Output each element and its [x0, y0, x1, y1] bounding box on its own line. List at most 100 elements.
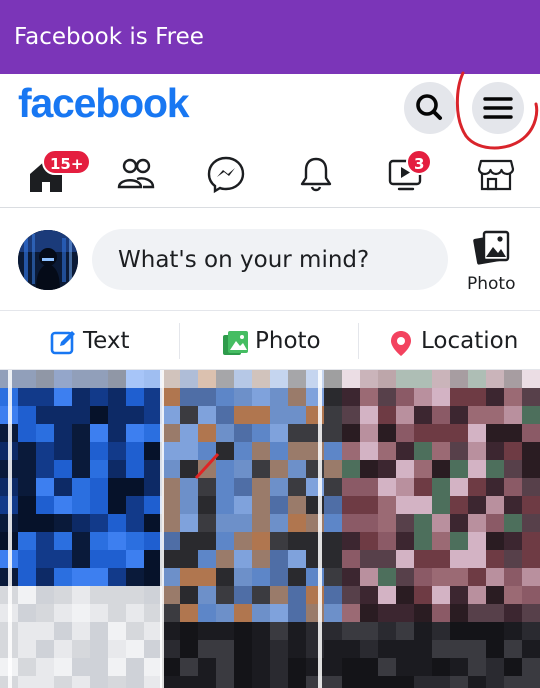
mosaic-tile: [18, 622, 36, 640]
avatar[interactable]: [18, 230, 78, 290]
mosaic-tile: [216, 496, 234, 514]
mosaic-tile: [144, 496, 162, 514]
mosaic-tile: [414, 586, 432, 604]
nav-messenger[interactable]: [180, 140, 270, 206]
mosaic-tile: [90, 622, 108, 640]
mosaic-tile: [468, 442, 486, 460]
post-composer: What's on your mind? Photo: [0, 209, 540, 311]
mosaic-tile: [54, 550, 72, 568]
mosaic-tile: [522, 514, 540, 532]
mosaic-tile: [216, 460, 234, 478]
friends-icon: [117, 158, 155, 189]
status-input[interactable]: What's on your mind?: [92, 229, 448, 290]
mosaic-tile: [162, 514, 180, 532]
nav-notifications[interactable]: [270, 140, 360, 206]
mosaic-tile: [324, 532, 342, 550]
mosaic-tile: [72, 532, 90, 550]
mosaic-tile: [144, 406, 162, 424]
mosaic-tile: [504, 442, 522, 460]
mosaic-tile: [414, 424, 432, 442]
location-post-label: Location: [421, 328, 519, 354]
action-divider: [179, 323, 180, 359]
search-button[interactable]: [404, 82, 456, 134]
mosaic-tile: [144, 532, 162, 550]
mosaic-tile: [486, 568, 504, 586]
mosaic-tile: [198, 658, 216, 676]
mosaic-tile: [396, 514, 414, 532]
mosaic-tile: [72, 406, 90, 424]
mosaic-tile: [324, 496, 342, 514]
mosaic-tile: [324, 550, 342, 568]
mosaic-tile: [180, 460, 198, 478]
mosaic-tile: [360, 406, 378, 424]
mosaic-tile: [396, 406, 414, 424]
mosaic-tile: [522, 550, 540, 568]
mosaic-tile: [36, 460, 54, 478]
mosaic-tile: [126, 658, 144, 676]
mosaic-tile: [216, 586, 234, 604]
location-post-button[interactable]: Location: [388, 312, 528, 370]
mosaic-tile: [468, 424, 486, 442]
mosaic-tile: [414, 604, 432, 622]
menu-button[interactable]: [472, 82, 524, 134]
mosaic-tile: [468, 658, 486, 676]
text-post-button[interactable]: Text: [48, 312, 168, 370]
mosaic-tile: [396, 496, 414, 514]
mosaic-tile: [342, 676, 360, 688]
nav-home[interactable]: 15+: [0, 140, 92, 206]
mosaic-tile: [252, 604, 270, 622]
mosaic-tile: [414, 514, 432, 532]
mosaic-tile: [396, 604, 414, 622]
mosaic-tile: [72, 604, 90, 622]
mosaic-tile: [36, 478, 54, 496]
mosaic-tile: [468, 514, 486, 532]
mosaic-tile: [180, 406, 198, 424]
mosaic-tile: [414, 640, 432, 658]
mosaic-tile: [522, 640, 540, 658]
mosaic-tile: [36, 658, 54, 676]
mosaic-tile: [378, 586, 396, 604]
stories-feed[interactable]: [0, 370, 540, 688]
composer-photo-button[interactable]: Photo: [460, 229, 524, 301]
mosaic-tile: [414, 406, 432, 424]
mosaic-tile: [252, 586, 270, 604]
mosaic-tile: [216, 658, 234, 676]
mosaic-tile: [54, 532, 72, 550]
mosaic-tile: [378, 514, 396, 532]
mosaic-tile: [252, 640, 270, 658]
mosaic-tile: [18, 640, 36, 658]
mosaic-tile: [486, 604, 504, 622]
mosaic-tile: [396, 586, 414, 604]
nav-watch[interactable]: 3: [360, 140, 450, 206]
location-pin-icon: [391, 331, 411, 356]
mosaic-tile: [234, 550, 252, 568]
mosaic-tile: [360, 550, 378, 568]
nav-friends[interactable]: [90, 140, 180, 206]
mosaic-tile: [90, 586, 108, 604]
mosaic-tile: [342, 658, 360, 676]
photo-post-button[interactable]: Photo: [220, 312, 340, 370]
mosaic-tile: [108, 568, 126, 586]
mosaic-tile: [90, 460, 108, 478]
mosaic-tile: [198, 586, 216, 604]
mosaic-tile: [108, 550, 126, 568]
watch-badge: 3: [406, 149, 433, 175]
mosaic-tile: [252, 532, 270, 550]
mosaic-tile: [414, 532, 432, 550]
mosaic-tile: [270, 658, 288, 676]
mosaic-tile: [504, 604, 522, 622]
mosaic-tile: [126, 478, 144, 496]
mosaic-tile: [144, 424, 162, 442]
nav-marketplace[interactable]: [450, 140, 540, 206]
mosaic-tile: [18, 496, 36, 514]
mosaic-tile: [432, 622, 450, 640]
mosaic-tile: [396, 550, 414, 568]
mosaic-tile: [288, 496, 306, 514]
mosaic-tile: [216, 514, 234, 532]
mosaic-tile: [234, 478, 252, 496]
mosaic-tile: [342, 550, 360, 568]
mosaic-tile: [468, 478, 486, 496]
mosaic-tile: [378, 658, 396, 676]
mosaic-tile: [378, 640, 396, 658]
mosaic-tile: [216, 442, 234, 460]
